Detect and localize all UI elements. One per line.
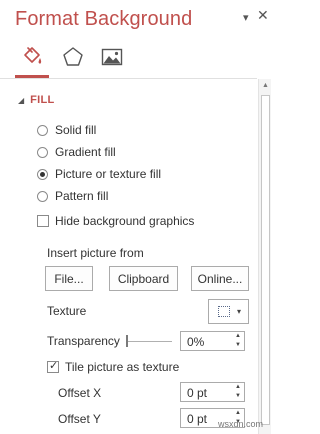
offset-x-spinner[interactable]: 0 pt ▲ ▼ bbox=[180, 382, 245, 402]
picture-texture-fill-option[interactable]: Picture or texture fill bbox=[37, 167, 161, 181]
gradient-fill-label: Gradient fill bbox=[55, 145, 116, 159]
solid-fill-label: Solid fill bbox=[55, 123, 97, 137]
texture-swatch-icon bbox=[218, 306, 230, 317]
scroll-up-icon[interactable]: ▲ bbox=[260, 82, 271, 92]
offset-x-value: 0 pt bbox=[187, 386, 208, 400]
pane-content: ◢ FILL Solid fill Gradient fill Picture … bbox=[0, 79, 258, 434]
transparency-spinner[interactable]: 0% ▲ ▼ bbox=[180, 331, 245, 351]
vertical-scrollbar[interactable]: ▲ bbox=[258, 79, 271, 434]
tile-picture-label: Tile picture as texture bbox=[65, 360, 180, 374]
spin-up-icon[interactable]: ▲ bbox=[233, 409, 243, 418]
close-icon[interactable]: ✕ bbox=[257, 7, 269, 24]
transparency-label: Transparency bbox=[47, 334, 120, 348]
pane-title: Format Background bbox=[15, 8, 193, 30]
spin-up-icon[interactable]: ▲ bbox=[233, 383, 243, 392]
hide-background-graphics-label: Hide background graphics bbox=[55, 214, 195, 228]
transparency-slider-track[interactable] bbox=[128, 341, 172, 342]
offset-x-label: Offset X bbox=[58, 386, 102, 400]
gradient-fill-option[interactable]: Gradient fill bbox=[37, 145, 116, 159]
scroll-thumb[interactable] bbox=[261, 95, 270, 425]
gradient-fill-radio[interactable] bbox=[37, 146, 48, 158]
picture-texture-fill-label: Picture or texture fill bbox=[55, 167, 162, 181]
clipboard-button[interactable]: Clipboard bbox=[109, 266, 178, 291]
tab-picture[interactable] bbox=[99, 44, 125, 70]
hide-background-graphics-option[interactable]: Hide background graphics bbox=[37, 214, 194, 228]
pattern-fill-option[interactable]: Pattern fill bbox=[37, 189, 108, 203]
tab-effects[interactable] bbox=[60, 44, 86, 70]
spin-down-icon[interactable]: ▼ bbox=[233, 392, 243, 401]
hide-background-graphics-checkbox[interactable] bbox=[37, 215, 49, 227]
file-button[interactable]: File... bbox=[45, 266, 93, 291]
tile-picture-checkbox[interactable] bbox=[47, 359, 59, 373]
offset-y-value: 0 pt bbox=[187, 412, 208, 426]
task-pane-options-dropdown-icon[interactable]: ▾ bbox=[243, 11, 249, 24]
pentagon-effects-icon bbox=[63, 47, 83, 66]
picture-icon bbox=[101, 48, 123, 66]
solid-fill-radio[interactable] bbox=[37, 124, 48, 136]
online-button[interactable]: Online... bbox=[191, 266, 249, 291]
fill-section-header[interactable]: ◢ FILL bbox=[18, 93, 55, 107]
collapse-arrow-icon: ◢ bbox=[18, 95, 25, 105]
tile-picture-option[interactable]: Tile picture as texture bbox=[47, 359, 180, 374]
tab-fill[interactable] bbox=[19, 44, 45, 70]
fill-bucket-icon bbox=[24, 47, 42, 64]
pattern-fill-radio[interactable] bbox=[37, 190, 48, 202]
watermark-text: wsxdn.com bbox=[218, 419, 264, 429]
solid-fill-option[interactable]: Solid fill bbox=[37, 123, 96, 137]
pattern-fill-label: Pattern fill bbox=[55, 189, 109, 203]
chevron-down-icon: ▾ bbox=[237, 307, 242, 316]
texture-dropdown[interactable]: ▾ bbox=[208, 299, 249, 324]
transparency-slider-thumb[interactable] bbox=[126, 335, 128, 347]
texture-label: Texture bbox=[47, 304, 87, 318]
insert-picture-from-label: Insert picture from bbox=[47, 246, 144, 260]
offset-y-label: Offset Y bbox=[58, 412, 101, 426]
spin-down-icon[interactable]: ▼ bbox=[233, 341, 243, 350]
format-background-pane: Format Background ▾ ✕ ◢ FILL Solid fill bbox=[0, 0, 271, 434]
fill-section-label: FILL bbox=[30, 94, 55, 106]
spin-up-icon[interactable]: ▲ bbox=[233, 332, 243, 341]
picture-texture-fill-radio[interactable] bbox=[37, 168, 48, 180]
transparency-value: 0% bbox=[187, 335, 205, 349]
